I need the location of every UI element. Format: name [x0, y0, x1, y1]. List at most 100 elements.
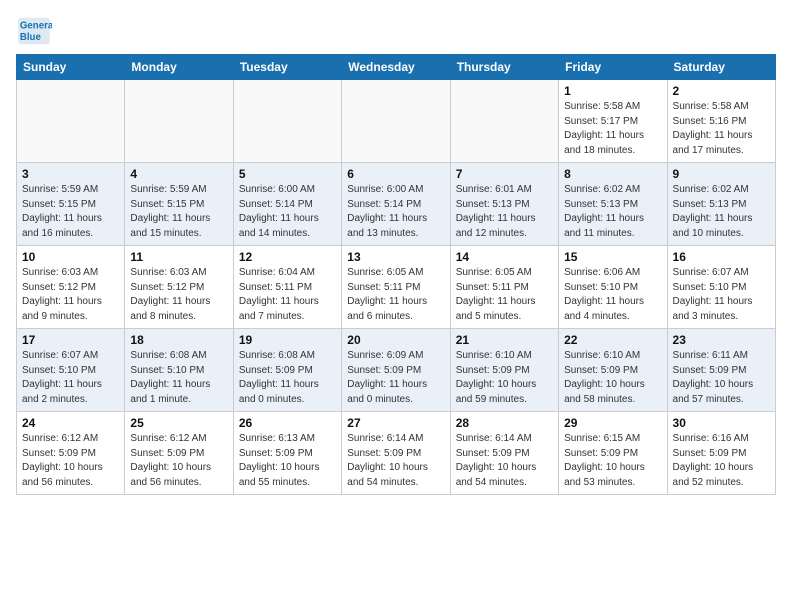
- day-detail: Sunrise: 6:13 AM Sunset: 5:09 PM Dayligh…: [239, 432, 336, 490]
- day-detail: Sunrise: 6:06 AM Sunset: 5:10 PM Dayligh…: [564, 266, 661, 324]
- day-number: 22: [564, 333, 661, 347]
- day-detail: Sunrise: 6:03 AM Sunset: 5:12 PM Dayligh…: [22, 266, 119, 324]
- calendar-cell: 17Sunrise: 6:07 AM Sunset: 5:10 PM Dayli…: [17, 329, 125, 412]
- calendar-cell: 1 Sunrise: 5:58 AM Sunset: 5:17 PM Daylig…: [559, 80, 667, 163]
- day-detail: Sunrise: 6:02 AM Sunset: 5:13 PM Dayligh…: [673, 183, 770, 241]
- day-number: 27: [347, 416, 444, 430]
- calendar-week-row: 17Sunrise: 6:07 AM Sunset: 5:10 PM Dayli…: [17, 329, 776, 412]
- calendar-week-row: 10 Sunrise: 6:03 AM Sunset: 5:12 PM Dayli…: [17, 246, 776, 329]
- day-number: 23: [673, 333, 770, 347]
- day-detail: Sunrise: 5:59 AM Sunset: 5:15 PM Dayligh…: [130, 183, 227, 241]
- day-number: 11: [130, 250, 227, 264]
- day-number: 10: [22, 250, 119, 264]
- day-number: 1: [564, 84, 661, 98]
- column-header-thursday: Thursday: [450, 55, 558, 80]
- day-number: 2: [673, 84, 770, 98]
- day-detail: Sunrise: 6:08 AM Sunset: 5:09 PM Dayligh…: [239, 349, 336, 407]
- day-detail: Sunrise: 6:09 AM Sunset: 5:09 PM Dayligh…: [347, 349, 444, 407]
- calendar-cell: 22 Sunrise: 6:10 AM Sunset: 5:09 PM Dayli…: [559, 329, 667, 412]
- calendar-cell: 3 Sunrise: 5:59 AM Sunset: 5:15 PM Daylig…: [17, 163, 125, 246]
- day-number: 25: [130, 416, 227, 430]
- day-number: 13: [347, 250, 444, 264]
- day-number: 21: [456, 333, 553, 347]
- day-number: 18: [130, 333, 227, 347]
- day-number: 5: [239, 167, 336, 181]
- calendar-cell: [17, 80, 125, 163]
- logo-icon: General Blue: [16, 16, 52, 46]
- calendar-cell: 24 Sunrise: 6:12 AM Sunset: 5:09 PM Dayli…: [17, 412, 125, 495]
- day-number: 19: [239, 333, 336, 347]
- day-detail: Sunrise: 5:59 AM Sunset: 5:15 PM Dayligh…: [22, 183, 119, 241]
- day-detail: Sunrise: 6:05 AM Sunset: 5:11 PM Dayligh…: [456, 266, 553, 324]
- day-number: 17: [22, 333, 119, 347]
- day-detail: Sunrise: 6:04 AM Sunset: 5:11 PM Dayligh…: [239, 266, 336, 324]
- day-detail: Sunrise: 6:07 AM Sunset: 5:10 PM Dayligh…: [673, 266, 770, 324]
- calendar-cell: 30 Sunrise: 6:16 AM Sunset: 5:09 PM Dayli…: [667, 412, 775, 495]
- day-detail: Sunrise: 6:11 AM Sunset: 5:09 PM Dayligh…: [673, 349, 770, 407]
- day-number: 7: [456, 167, 553, 181]
- column-header-sunday: Sunday: [17, 55, 125, 80]
- day-detail: Sunrise: 5:58 AM Sunset: 5:16 PM Dayligh…: [673, 100, 770, 158]
- day-detail: Sunrise: 6:00 AM Sunset: 5:14 PM Dayligh…: [239, 183, 336, 241]
- day-detail: Sunrise: 6:10 AM Sunset: 5:09 PM Dayligh…: [564, 349, 661, 407]
- day-detail: Sunrise: 6:14 AM Sunset: 5:09 PM Dayligh…: [347, 432, 444, 490]
- calendar-table: SundayMondayTuesdayWednesdayThursdayFrid…: [16, 54, 776, 495]
- calendar-cell: [450, 80, 558, 163]
- calendar-cell: 14 Sunrise: 6:05 AM Sunset: 5:11 PM Dayli…: [450, 246, 558, 329]
- calendar-cell: 15 Sunrise: 6:06 AM Sunset: 5:10 PM Dayli…: [559, 246, 667, 329]
- day-number: 9: [673, 167, 770, 181]
- day-detail: Sunrise: 6:12 AM Sunset: 5:09 PM Dayligh…: [22, 432, 119, 490]
- calendar-cell: [233, 80, 341, 163]
- column-header-monday: Monday: [125, 55, 233, 80]
- calendar-cell: 23 Sunrise: 6:11 AM Sunset: 5:09 PM Dayli…: [667, 329, 775, 412]
- day-number: 20: [347, 333, 444, 347]
- day-detail: Sunrise: 5:58 AM Sunset: 5:17 PM Dayligh…: [564, 100, 661, 158]
- day-number: 16: [673, 250, 770, 264]
- day-detail: Sunrise: 6:05 AM Sunset: 5:11 PM Dayligh…: [347, 266, 444, 324]
- day-detail: Sunrise: 6:00 AM Sunset: 5:14 PM Dayligh…: [347, 183, 444, 241]
- day-number: 26: [239, 416, 336, 430]
- day-detail: Sunrise: 6:15 AM Sunset: 5:09 PM Dayligh…: [564, 432, 661, 490]
- day-number: 28: [456, 416, 553, 430]
- column-header-saturday: Saturday: [667, 55, 775, 80]
- column-header-wednesday: Wednesday: [342, 55, 450, 80]
- calendar-week-row: 1 Sunrise: 5:58 AM Sunset: 5:17 PM Daylig…: [17, 80, 776, 163]
- calendar-cell: 28Sunrise: 6:14 AM Sunset: 5:09 PM Dayli…: [450, 412, 558, 495]
- calendar-cell: 26 Sunrise: 6:13 AM Sunset: 5:09 PM Dayli…: [233, 412, 341, 495]
- calendar-week-row: 24 Sunrise: 6:12 AM Sunset: 5:09 PM Dayli…: [17, 412, 776, 495]
- calendar-cell: 6 Sunrise: 6:00 AM Sunset: 5:14 PM Daylig…: [342, 163, 450, 246]
- calendar-cell: 13 Sunrise: 6:05 AM Sunset: 5:11 PM Dayli…: [342, 246, 450, 329]
- day-number: 6: [347, 167, 444, 181]
- calendar-cell: 5 Sunrise: 6:00 AM Sunset: 5:14 PM Daylig…: [233, 163, 341, 246]
- calendar-cell: 2 Sunrise: 5:58 AM Sunset: 5:16 PM Daylig…: [667, 80, 775, 163]
- calendar-cell: 10 Sunrise: 6:03 AM Sunset: 5:12 PM Dayli…: [17, 246, 125, 329]
- day-number: 15: [564, 250, 661, 264]
- day-number: 4: [130, 167, 227, 181]
- calendar-cell: 25Sunrise: 6:12 AM Sunset: 5:09 PM Dayli…: [125, 412, 233, 495]
- day-number: 24: [22, 416, 119, 430]
- day-number: 12: [239, 250, 336, 264]
- calendar-cell: 19 Sunrise: 6:08 AM Sunset: 5:09 PM Dayli…: [233, 329, 341, 412]
- svg-text:Blue: Blue: [20, 32, 42, 43]
- calendar-cell: 7 Sunrise: 6:01 AM Sunset: 5:13 PM Daylig…: [450, 163, 558, 246]
- day-number: 14: [456, 250, 553, 264]
- day-detail: Sunrise: 6:02 AM Sunset: 5:13 PM Dayligh…: [564, 183, 661, 241]
- day-number: 3: [22, 167, 119, 181]
- calendar-cell: [125, 80, 233, 163]
- day-detail: Sunrise: 6:08 AM Sunset: 5:10 PM Dayligh…: [130, 349, 227, 407]
- page-header: General Blue: [16, 16, 776, 46]
- day-number: 8: [564, 167, 661, 181]
- day-detail: Sunrise: 6:01 AM Sunset: 5:13 PM Dayligh…: [456, 183, 553, 241]
- svg-text:General: General: [20, 20, 52, 31]
- calendar-cell: 29Sunrise: 6:15 AM Sunset: 5:09 PM Dayli…: [559, 412, 667, 495]
- day-detail: Sunrise: 6:16 AM Sunset: 5:09 PM Dayligh…: [673, 432, 770, 490]
- day-detail: Sunrise: 6:03 AM Sunset: 5:12 PM Dayligh…: [130, 266, 227, 324]
- day-number: 30: [673, 416, 770, 430]
- calendar-cell: 18 Sunrise: 6:08 AM Sunset: 5:10 PM Dayli…: [125, 329, 233, 412]
- calendar-cell: 11 Sunrise: 6:03 AM Sunset: 5:12 PM Dayli…: [125, 246, 233, 329]
- calendar-week-row: 3 Sunrise: 5:59 AM Sunset: 5:15 PM Daylig…: [17, 163, 776, 246]
- day-detail: Sunrise: 6:10 AM Sunset: 5:09 PM Dayligh…: [456, 349, 553, 407]
- calendar-cell: 21 Sunrise: 6:10 AM Sunset: 5:09 PM Dayli…: [450, 329, 558, 412]
- calendar-cell: 8 Sunrise: 6:02 AM Sunset: 5:13 PM Daylig…: [559, 163, 667, 246]
- calendar-cell: 12 Sunrise: 6:04 AM Sunset: 5:11 PM Dayli…: [233, 246, 341, 329]
